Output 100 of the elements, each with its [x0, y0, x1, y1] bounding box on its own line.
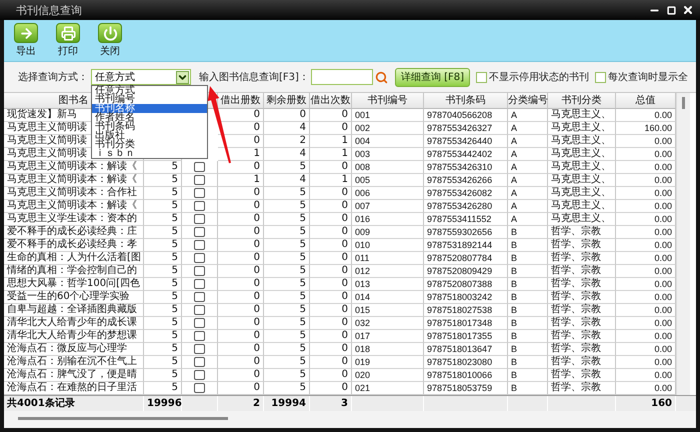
table-cell: 9787040566208 [424, 109, 508, 122]
search-field[interactable] [310, 69, 373, 85]
table-cell: 5 [264, 213, 310, 226]
checkbox[interactable] [194, 305, 205, 315]
table-cell: 哲学、宗教 [548, 278, 616, 291]
table-cell: 0 [218, 369, 264, 382]
record-count: 共4001条记录 [4, 396, 144, 411]
table-cell: B [508, 278, 548, 291]
checkbox[interactable] [194, 162, 205, 172]
detail-query-button[interactable]: 详细查询 [F8] [394, 68, 470, 86]
table-cell: 5 [264, 291, 310, 304]
table-cell: 0 [310, 382, 352, 395]
table-cell: 9787553426280 [424, 200, 508, 213]
table-cell: 0 [218, 187, 264, 200]
checkbox[interactable] [194, 227, 205, 237]
vertical-scrollbar[interactable] [676, 93, 690, 395]
close-icon[interactable] [682, 4, 694, 16]
table-cell: A [508, 122, 548, 135]
checkbox[interactable] [476, 72, 487, 82]
table-cell: A [508, 135, 548, 148]
checkbox[interactable] [194, 370, 205, 380]
table-cell: B [508, 304, 548, 317]
table-cell: 018 [352, 343, 424, 356]
checkbox[interactable] [194, 188, 205, 198]
table-cell: 006 [352, 187, 424, 200]
checkbox[interactable] [194, 214, 205, 224]
column-header: 借出次数 [310, 93, 352, 109]
table-cell: 9787553426327 [424, 122, 508, 135]
checkbox[interactable] [595, 72, 606, 82]
search-icon[interactable] [374, 70, 388, 84]
total-cell: 160 [616, 396, 676, 411]
checkbox[interactable] [194, 357, 205, 367]
table-cell: 0.00 [616, 265, 676, 278]
table-cell: 0.00 [616, 148, 676, 161]
checkbox[interactable] [194, 175, 205, 185]
maximize-icon[interactable] [666, 6, 676, 14]
column-header: 剩余册数 [264, 93, 310, 109]
checkbox-label: 每次查询时显示全 [608, 70, 688, 84]
table-cell: 马克思主义、 [548, 200, 616, 213]
table-cell: 哲学、宗教 [548, 382, 616, 395]
table-cell: 0 [218, 330, 264, 343]
table-cell: 哲学、宗教 [548, 291, 616, 304]
table-cell: 思想大风暴：哲学100问[四色 [4, 278, 144, 291]
table-cell: 4 [264, 174, 310, 187]
checkbox[interactable] [194, 383, 205, 393]
checkbox[interactable] [194, 240, 205, 250]
table-cell: B [508, 226, 548, 239]
table-cell: 5 [144, 200, 182, 213]
table-cell: 0 [218, 278, 264, 291]
table-cell: B [508, 317, 548, 330]
table-cell: 2 [264, 135, 310, 148]
table-cell: A [508, 200, 548, 213]
table-cell: 5 [264, 304, 310, 317]
table-cell: 9787518017348 [424, 317, 508, 330]
table-cell: 0 [310, 200, 352, 213]
checkbox[interactable] [194, 331, 205, 341]
query-mode-dropdown[interactable]: 任意方式 [90, 69, 191, 85]
table-cell: 014 [352, 291, 424, 304]
table-cell: 马克思主义、 [548, 122, 616, 135]
table-cell: 1 [310, 148, 352, 161]
checkbox[interactable] [194, 279, 205, 289]
table-cell: 5 [264, 239, 310, 252]
table-cell: 4 [264, 148, 310, 161]
table-cell: 0 [310, 317, 352, 330]
checkbox[interactable] [194, 253, 205, 263]
table-cell: 马克思主义、 [548, 213, 616, 226]
table-cell: 0 [218, 252, 264, 265]
table-cell: 马克思主义简明读本：解读《 [4, 174, 144, 187]
table-cell: 5 [144, 174, 182, 187]
checkbox[interactable] [194, 266, 205, 276]
total-cell: 19994 [264, 396, 310, 411]
table-cell: A [508, 148, 548, 161]
table-cell: 019 [352, 356, 424, 369]
checkbox[interactable] [194, 318, 205, 328]
table-cell: 0 [218, 122, 264, 135]
table-cell: 0.00 [616, 226, 676, 239]
table-cell: 沧海点石：在难熬的日子里活 [4, 382, 144, 395]
table-cell: 9787518003242 [424, 291, 508, 304]
table-cell: 5 [264, 252, 310, 265]
table-cell: 5 [144, 265, 182, 278]
checkbox-label: 不显示停用状态的书刊 [489, 70, 589, 84]
table-cell: 生命的真相：人为什么活着[图 [4, 252, 144, 265]
checkbox[interactable] [194, 344, 205, 354]
checkbox[interactable] [194, 201, 205, 211]
table-cell: 0.00 [616, 369, 676, 382]
table-cell: A [508, 213, 548, 226]
table-cell: 1 [218, 148, 264, 161]
table-cell: 5 [264, 369, 310, 382]
table-cell: 032 [352, 317, 424, 330]
table-cell: 002 [352, 122, 424, 135]
checkbox[interactable] [194, 292, 205, 302]
table-cell: 0.00 [616, 109, 676, 122]
table-cell: 0.00 [616, 252, 676, 265]
table-cell: 0 [218, 226, 264, 239]
table-cell: 0 [218, 382, 264, 395]
table-cell: 5 [144, 213, 182, 226]
table-cell: B [508, 382, 548, 395]
table-cell: 4 [264, 122, 310, 135]
table-cell: B [508, 239, 548, 252]
table-cell: 009 [352, 226, 424, 239]
